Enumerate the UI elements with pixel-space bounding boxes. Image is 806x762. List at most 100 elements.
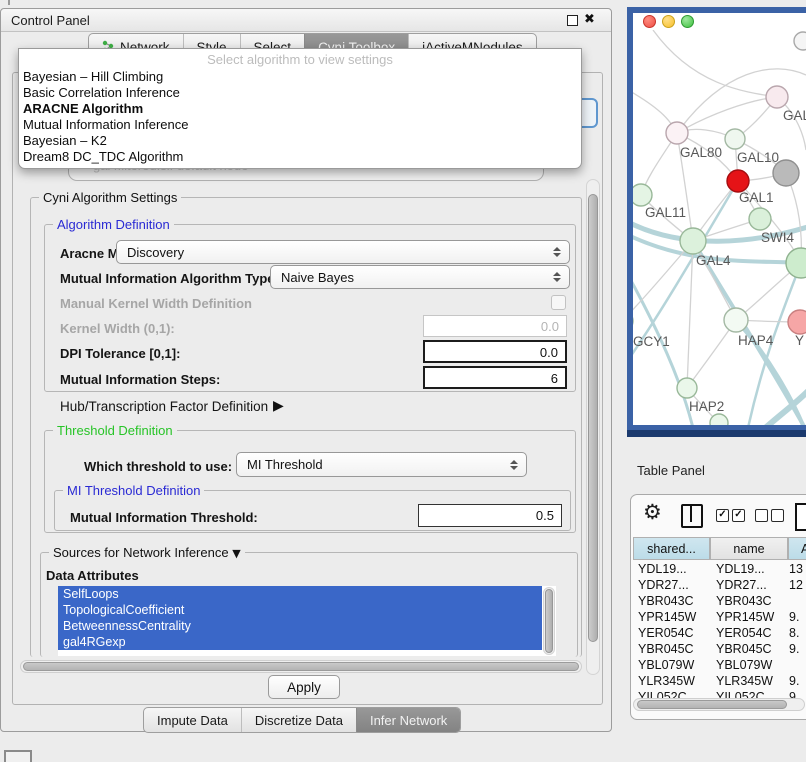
cell[interactable]: YBR045C: [638, 642, 694, 656]
cell[interactable]: YDR27...: [716, 578, 767, 592]
tab-infer-network[interactable]: Infer Network: [356, 708, 460, 732]
which-threshold-combo[interactable]: MI Threshold: [236, 452, 527, 477]
cell[interactable]: YLR345W: [638, 674, 695, 688]
cell[interactable]: YDL19...: [716, 562, 765, 576]
mi-steps-field[interactable]: 6: [423, 366, 567, 389]
cell[interactable]: YDL19...: [638, 562, 687, 576]
deselect-all-checks-icon[interactable]: [755, 509, 784, 522]
algorithm-popup: Select algorithm to view settings Bayesi…: [18, 48, 582, 169]
cell[interactable]: 9.: [789, 642, 799, 656]
traffic-light-minimize-icon[interactable]: [662, 15, 675, 28]
aracne-mode-combo[interactable]: Discovery: [116, 240, 570, 264]
cell[interactable]: YER054C: [716, 626, 772, 640]
data-attributes-label: Data Attributes: [46, 568, 139, 583]
column-header-shared-label: shared...: [647, 542, 696, 556]
node-gal[interactable]: [766, 86, 788, 108]
algorithm-item[interactable]: Basic Correlation Inference: [19, 85, 581, 101]
traffic-light-zoom-icon[interactable]: [681, 15, 694, 28]
tab-discretize-data-label: Discretize Data: [255, 713, 343, 728]
column-header-name[interactable]: name: [710, 537, 788, 560]
algorithm-item-selected[interactable]: ARACNE Algorithm: [19, 101, 581, 117]
node-selected-red[interactable]: [727, 170, 749, 192]
node-gal11[interactable]: [633, 184, 652, 206]
attr-item-selected[interactable]: TopologicalCoefficient: [58, 602, 542, 618]
cell[interactable]: YBL079W: [638, 658, 694, 672]
algorithm-item[interactable]: Bayesian – K2: [19, 133, 581, 149]
node-gal10[interactable]: [725, 129, 745, 149]
cell[interactable]: 9.: [789, 674, 799, 688]
tab-infer-network-label: Infer Network: [370, 713, 447, 728]
node-salmon[interactable]: [788, 310, 806, 334]
apply-button[interactable]: Apply: [268, 675, 340, 699]
cell[interactable]: YBR043C: [716, 594, 772, 608]
float-window-icon[interactable]: [567, 15, 578, 26]
traffic-light-close-icon[interactable]: [643, 15, 656, 28]
dpi-tolerance-field[interactable]: 0.0: [423, 340, 567, 363]
algorithm-item[interactable]: Bayesian – Hill Climbing: [19, 69, 581, 85]
network-canvas[interactable]: GAL GAL80 GAL10 GAL1 GAL11 SWI4 GAL4 GCY…: [633, 30, 806, 425]
settings-hscrollbar[interactable]: [20, 660, 582, 673]
cell[interactable]: YBL079W: [716, 658, 772, 672]
settings-hscrollbar-thumb[interactable]: [23, 662, 579, 671]
node-unlabeled-bottom[interactable]: [710, 414, 728, 425]
node-unlabeled-top[interactable]: [794, 32, 806, 50]
mi-threshold-field[interactable]: 0.5: [418, 504, 562, 527]
network-window-frame-bottom: [627, 430, 806, 437]
cut-off-bottom-icon[interactable]: [4, 750, 32, 762]
cell[interactable]: YPR145W: [716, 610, 774, 624]
cyni-algorithm-settings-title: Cyni Algorithm Settings: [39, 190, 181, 205]
kernel-width-label: Kernel Width (0,1):: [60, 321, 175, 336]
node-hap2[interactable]: [677, 378, 697, 398]
apply-button-label: Apply: [287, 680, 321, 695]
node-hap4[interactable]: [724, 308, 748, 332]
sources-group-title: Sources for Network Inference ▼: [49, 545, 245, 560]
sources-title-text: Sources for Network Inference: [53, 545, 229, 560]
node-label: GAL11: [645, 205, 686, 220]
cell[interactable]: YDR27...: [638, 578, 689, 592]
cell[interactable]: 12: [789, 578, 803, 592]
new-table-icon[interactable]: [795, 503, 806, 531]
tab-impute-data[interactable]: Impute Data: [144, 708, 241, 732]
threshold-definition-title: Threshold Definition: [53, 423, 177, 438]
node-gal4[interactable]: [680, 228, 706, 254]
table-hscrollbar-thumb[interactable]: [637, 700, 787, 709]
column-header-partial[interactable]: A: [788, 537, 806, 560]
cell[interactable]: YLR345W: [716, 674, 773, 688]
cell[interactable]: YER054C: [638, 626, 694, 640]
sources-collapse-arrow-icon[interactable]: ▼: [232, 547, 240, 560]
hub-expand-arrow-icon[interactable]: ▶: [273, 398, 284, 414]
manual-kernel-checkbox[interactable]: [551, 295, 566, 310]
cell[interactable]: 8.: [789, 626, 799, 640]
node-gal80[interactable]: [666, 122, 688, 144]
mi-threshold-label: Mutual Information Threshold:: [70, 510, 258, 525]
split-columns-icon[interactable]: [681, 504, 703, 528]
column-header-shared[interactable]: shared...: [633, 537, 710, 560]
close-icon[interactable]: ✖: [584, 12, 595, 27]
algorithm-item[interactable]: Mutual Information Inference: [19, 117, 581, 133]
cell[interactable]: 9.: [789, 610, 799, 624]
node-gal1[interactable]: [749, 208, 771, 230]
attr-list-scrollbar[interactable]: [543, 587, 555, 655]
cell[interactable]: YBR045C: [716, 642, 772, 656]
data-attributes-list: SelfLoops TopologicalCoefficient Between…: [58, 586, 556, 656]
algorithm-item[interactable]: Dream8 DC_TDC Algorithm: [19, 149, 581, 165]
settings-vscrollbar[interactable]: [586, 179, 600, 675]
cell[interactable]: YBR043C: [638, 594, 694, 608]
attr-item-selected[interactable]: SelfLoops: [58, 586, 542, 602]
select-all-checks-icon[interactable]: ✓✓: [716, 509, 745, 522]
node-label: HAP4: [738, 333, 774, 348]
control-panel-titlebar: Control Panel ✖: [1, 9, 611, 32]
cell[interactable]: 13: [789, 562, 803, 576]
table-hscrollbar[interactable]: [633, 698, 805, 711]
gear-icon[interactable]: ⚙: [643, 500, 662, 524]
attr-list-scrollbar-thumb[interactable]: [545, 589, 553, 653]
settings-vscrollbar-thumb[interactable]: [588, 194, 598, 642]
hub-section-label[interactable]: Hub/Transcription Factor Definition: [60, 399, 268, 414]
kernel-width-field[interactable]: 0.0: [423, 315, 567, 337]
attr-item-selected[interactable]: gal4RGexp: [58, 634, 542, 650]
cell[interactable]: YPR145W: [638, 610, 696, 624]
mi-type-combo[interactable]: Naive Bayes: [270, 265, 570, 289]
bottom-tabbar: Impute Data Discretize Data Infer Networ…: [143, 707, 461, 733]
attr-item-selected[interactable]: BetweennessCentrality: [58, 618, 542, 634]
tab-discretize-data[interactable]: Discretize Data: [241, 708, 356, 732]
